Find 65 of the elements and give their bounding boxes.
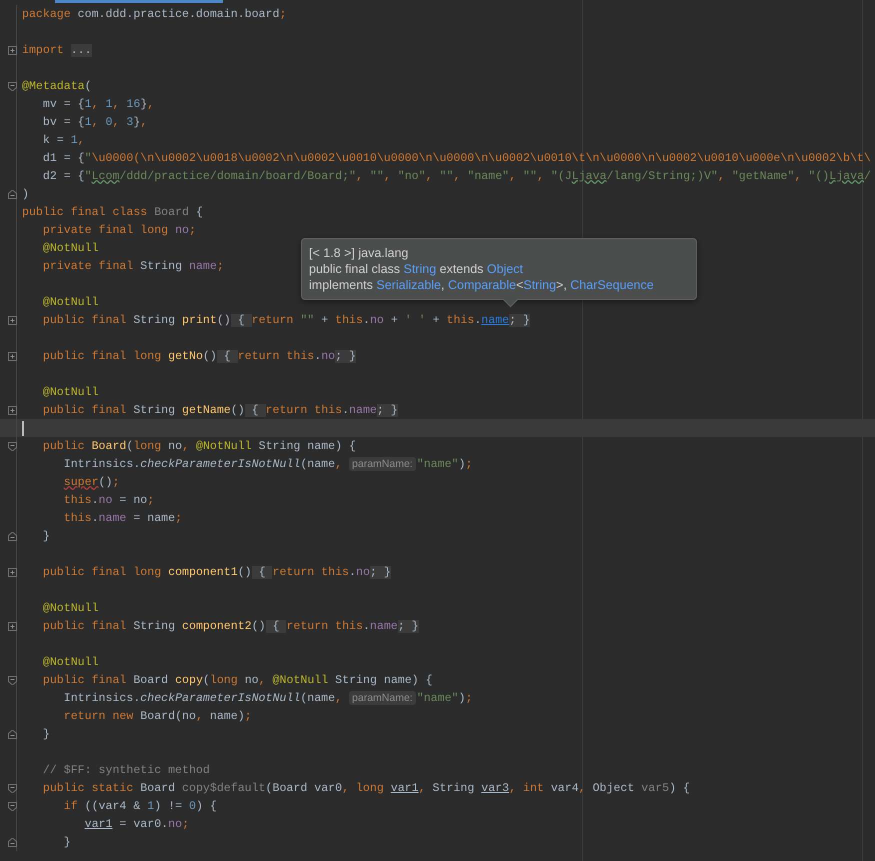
code-text: d2 = {"Lcom/ddd/practice/domain/board/Board;", "", "no", "", "name", "", "(J Ljava/lang/String;)V", "getName", "()Ljava/	[42, 170, 871, 182]
fold-end-icon[interactable]	[8, 532, 16, 540]
fold-end-icon[interactable]	[8, 730, 16, 738]
collapse-icon[interactable]	[8, 802, 16, 810]
code-text: @NotNull	[42, 656, 99, 668]
code-text: mv = {1, 1, 16},	[42, 98, 154, 110]
code-text: // $FF: synthetic method	[42, 764, 210, 776]
type-link[interactable]: String	[523, 278, 556, 292]
type-link[interactable]: CharSequence	[570, 278, 654, 292]
expand-icon[interactable]	[8, 46, 16, 54]
code-text: Intrinsics.checkParameterIsNotNull(name,	[62, 692, 344, 704]
code-text: package com.ddd.practice.domain.board;	[22, 8, 286, 20]
code-text: public final Board copy(long no, @NotNull String name) {	[42, 674, 433, 686]
code-text: import ...	[22, 44, 92, 56]
code-text: public final String getName() { return this.name; }	[42, 404, 398, 416]
code-text: "name");	[416, 692, 472, 704]
code-text: @NotNull	[42, 602, 99, 614]
code-text: d1 = {"\u0000(\n\u0002\u0018\u0002\n\u0002\u0010\u0000\n\u0000\n\u0002\u0010\t\n\u0000\n\u0002\u0010\u000e\n\u0002\b\t\	[42, 152, 871, 164]
code-text: super();	[62, 476, 120, 488]
code-text: @NotNull	[42, 386, 99, 398]
code-text: public final class Board {	[22, 206, 203, 218]
code-text: var1 = var0.no;	[84, 818, 190, 830]
collapse-icon[interactable]	[8, 784, 16, 792]
code-text: private final long no;	[42, 224, 196, 236]
collapse-icon[interactable]	[8, 676, 16, 684]
code-text: @Metadata(	[22, 80, 92, 92]
tooltip-text: public final class String extends Object	[309, 261, 524, 277]
code-text: return new Board(no, name);	[62, 710, 252, 722]
fold-end-icon[interactable]	[8, 190, 16, 198]
code-text: this.no = no;	[62, 494, 154, 506]
inlay-hint: paramName:	[349, 457, 416, 471]
code-text: }	[42, 728, 50, 740]
tooltip-text: implements Serializable, Comparable<String>, CharSequence	[309, 277, 654, 293]
code-text: public static Board copy$default(Board var0, long var1, String var3, int var4, Object var5) {	[42, 782, 690, 794]
expand-icon[interactable]	[8, 622, 16, 630]
code-text: if ((var4 & 1) != 0) {	[62, 800, 217, 812]
code-text: public final String print() { return "" + this.no + ' ' + this.name; }	[42, 314, 530, 326]
tooltip-text: [< 1.8 >] java.lang	[309, 245, 408, 261]
type-link[interactable]: Comparable	[448, 278, 516, 292]
code-text: @NotNull	[42, 296, 99, 308]
expand-icon[interactable]	[8, 352, 16, 360]
fold-end-icon[interactable]	[8, 838, 16, 846]
type-link[interactable]: Object	[486, 262, 524, 276]
code-text: }	[62, 836, 71, 848]
code-text: k = 1,	[42, 134, 85, 146]
expand-icon[interactable]	[8, 316, 16, 324]
code-text: private final String name;	[42, 260, 224, 272]
code-text: "name");	[416, 458, 472, 470]
expand-icon[interactable]	[8, 568, 16, 576]
collapse-icon[interactable]	[8, 442, 16, 450]
code-text: public Board(long no, @NotNull String name) {	[42, 440, 356, 452]
code-text: this.name = name;	[62, 512, 182, 524]
inlay-hint: paramName:	[349, 691, 416, 705]
collapse-icon[interactable]	[8, 82, 16, 90]
code-text: @NotNull	[42, 242, 99, 254]
code-text: public final String component2() { return this.name; }	[42, 620, 419, 632]
code-text: public final long component1() { return this.no; }	[42, 566, 391, 578]
code-text: public final long getNo() { return this.no; }	[42, 350, 356, 362]
code-text: bv = {1, 0, 3},	[42, 116, 148, 128]
type-link[interactable]: String	[404, 262, 436, 276]
type-link[interactable]: Serializable	[376, 278, 442, 292]
expand-icon[interactable]	[8, 406, 16, 414]
code-text: )	[22, 188, 29, 200]
code-text: }	[42, 530, 50, 542]
code-text: Intrinsics.checkParameterIsNotNull(name,	[62, 458, 344, 470]
